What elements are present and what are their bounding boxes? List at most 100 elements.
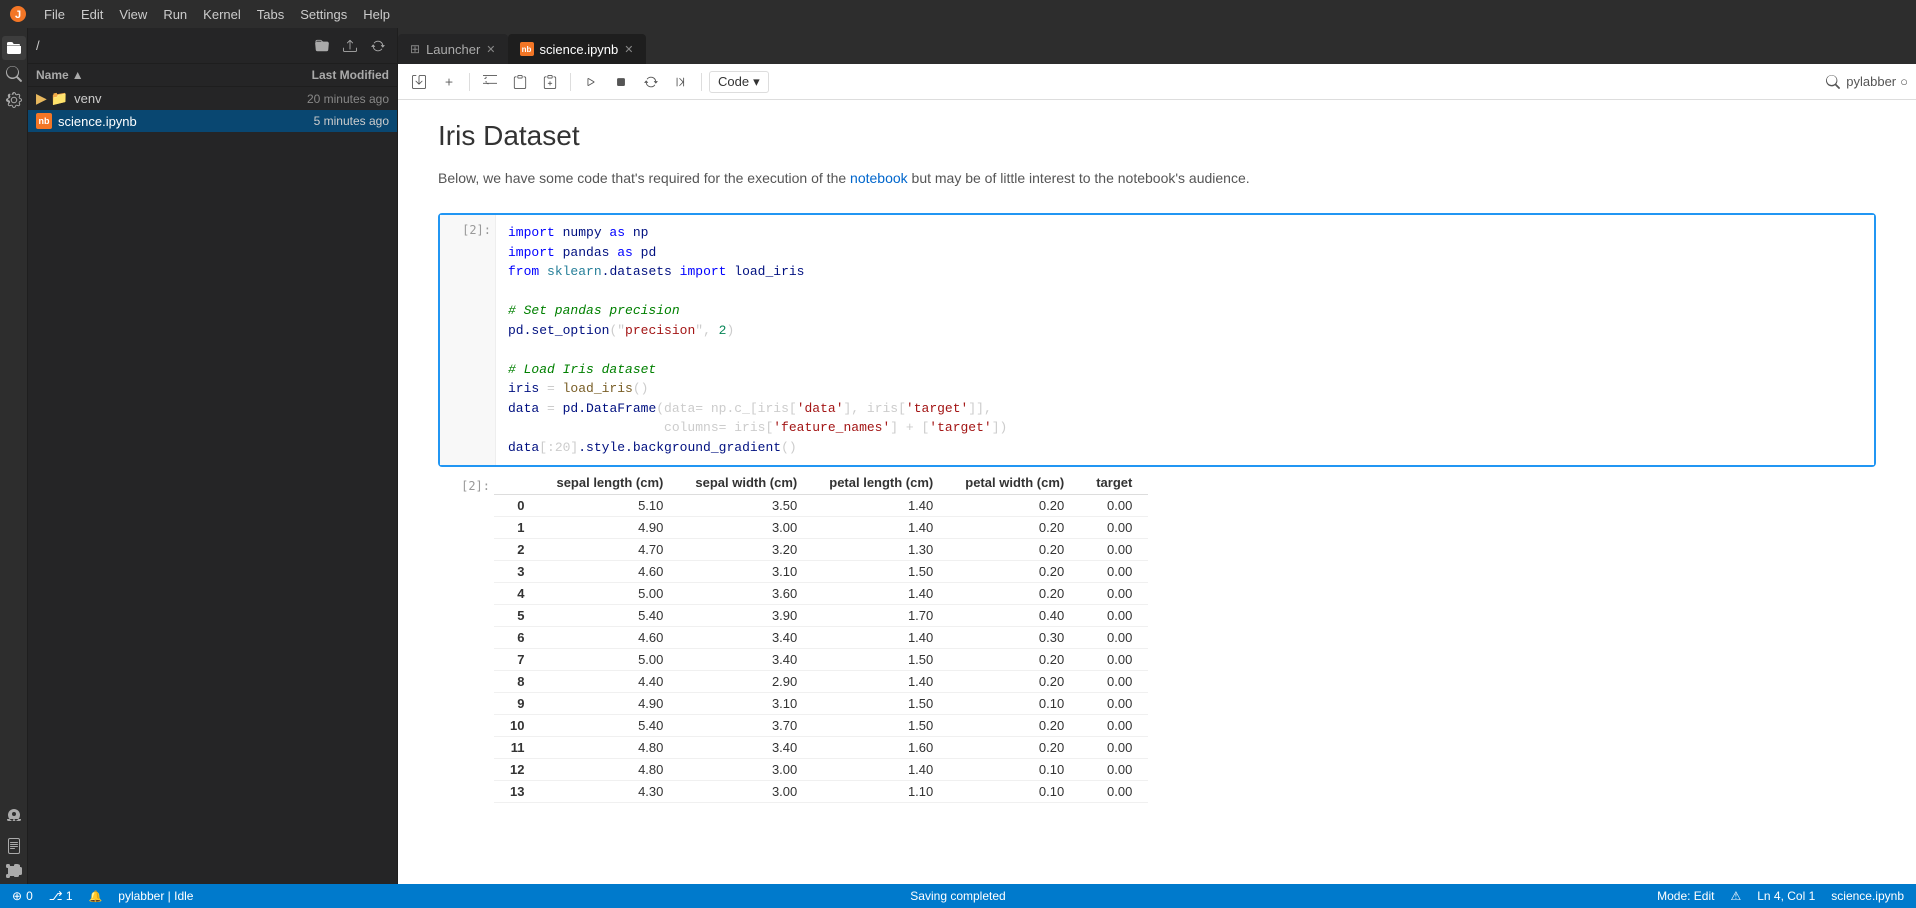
table-row: 134.303.001.100.100.00: [494, 781, 1148, 803]
notebook-file-name: nb science.ipynb: [36, 113, 137, 129]
status-saving: Saving completed: [910, 889, 1005, 903]
menu-settings[interactable]: Settings: [292, 5, 355, 24]
toolbar-separator-3: [701, 73, 702, 91]
sidebar-icon-settings[interactable]: [2, 88, 26, 112]
table-row: 24.703.201.300.200.00: [494, 539, 1148, 561]
df-table: sepal length (cm) sepal width (cm) petal…: [494, 471, 1148, 803]
file-item-science-ipynb[interactable]: nb science.ipynb 5 minutes ago: [28, 110, 397, 132]
df-header-row: sepal length (cm) sepal width (cm) petal…: [494, 471, 1148, 495]
sidebar-icon-git[interactable]: [2, 804, 26, 828]
output-cell-2: [2]: sepal length (cm) sepal width (cm) …: [438, 471, 1876, 803]
notebook-file-icon: nb: [36, 113, 52, 129]
file-header: Name ▲ Last Modified: [28, 64, 397, 87]
code-line-9: iris = load_iris(): [508, 379, 1862, 399]
tab-science-ipynb[interactable]: nb science.ipynb ✕: [508, 34, 646, 64]
tab-launcher[interactable]: ⊞ Launcher ✕: [398, 34, 508, 64]
table-row: 105.403.701.500.200.00: [494, 715, 1148, 737]
restart-kernel-button[interactable]: [638, 69, 664, 95]
table-row: 94.903.101.500.100.00: [494, 693, 1148, 715]
code-line-10: data = pd.DataFrame(data= np.c_[iris['da…: [508, 399, 1862, 419]
output-gutter: [2]:: [438, 471, 494, 803]
toolbar-search-icon: [1826, 75, 1840, 89]
code-line-6: pd.set_option("precision", 2): [508, 321, 1862, 341]
menu-kernel[interactable]: Kernel: [195, 5, 249, 24]
refresh-button[interactable]: [367, 35, 389, 57]
menu-file[interactable]: File: [36, 5, 73, 24]
df-header-petal-length: petal length (cm): [813, 471, 949, 495]
dataframe-output: sepal length (cm) sepal width (cm) petal…: [494, 471, 1148, 803]
name-column-header[interactable]: Name ▲: [36, 68, 84, 82]
table-row: 114.803.401.600.200.00: [494, 737, 1148, 759]
code-line-1: import numpy as np: [508, 223, 1862, 243]
fast-forward-button[interactable]: [668, 69, 694, 95]
cell-body[interactable]: import numpy as np import pandas as pd f…: [496, 215, 1874, 465]
save-button[interactable]: [406, 69, 432, 95]
toolbar-separator-1: [469, 73, 470, 91]
menu-help[interactable]: Help: [355, 5, 398, 24]
paste-cell-button[interactable]: [537, 69, 563, 95]
sidebar-icon-search[interactable]: [2, 62, 26, 86]
file-panel: / Name: [28, 28, 398, 884]
venv-modified-time: 20 minutes ago: [307, 92, 389, 106]
menu-edit[interactable]: Edit: [73, 5, 111, 24]
status-git: ⊕ 0: [12, 889, 33, 903]
table-row: 34.603.101.500.200.00: [494, 561, 1148, 583]
toolbar-separator-2: [570, 73, 571, 91]
notebook-subtitle: Below, we have some code that's required…: [438, 168, 1876, 189]
code-line-5: # Set pandas precision: [508, 301, 1862, 321]
file-panel-toolbar: /: [28, 28, 397, 64]
sidebar-icon-pages[interactable]: [2, 834, 26, 858]
table-row: 75.003.401.500.200.00: [494, 649, 1148, 671]
table-row: 55.403.901.700.400.00: [494, 605, 1148, 627]
current-path: /: [36, 38, 305, 53]
code-line-8: # Load Iris dataset: [508, 360, 1862, 380]
copy-cell-button[interactable]: [507, 69, 533, 95]
sidebar-icon-extensions[interactable]: [2, 860, 26, 884]
new-folder-button[interactable]: [311, 35, 333, 57]
code-line-3: from sklearn.datasets import load_iris: [508, 262, 1862, 282]
table-row: 124.803.001.400.100.00: [494, 759, 1148, 781]
notebook-modified-time: 5 minutes ago: [314, 114, 389, 128]
sidebar-icons: [0, 28, 28, 884]
venv-folder-name: ▶ 📁 venv: [36, 90, 102, 107]
svg-text:J: J: [15, 9, 21, 21]
df-header-sepal-length: sepal length (cm): [540, 471, 679, 495]
code-line-11: columns= iris['feature_names'] + ['targe…: [508, 418, 1862, 438]
cut-cell-button[interactable]: [477, 69, 503, 95]
status-branch: ⎇ 1: [49, 889, 73, 903]
file-list: ▶ 📁 venv 20 minutes ago nb science.ipynb…: [28, 87, 397, 884]
code-line-7: [508, 340, 1862, 360]
tab-bar: ⊞ Launcher ✕ nb science.ipynb ✕: [398, 28, 1916, 64]
menu-tabs[interactable]: Tabs: [249, 5, 292, 24]
stop-kernel-button[interactable]: [608, 69, 634, 95]
table-row: 64.603.401.400.300.00: [494, 627, 1148, 649]
upload-button[interactable]: [339, 35, 361, 57]
cell-type-dropdown[interactable]: Code ▾: [709, 71, 769, 93]
modified-column-header[interactable]: Last Modified: [312, 68, 389, 82]
close-launcher-tab[interactable]: ✕: [486, 43, 495, 56]
run-cell-button[interactable]: [578, 69, 604, 95]
notebook-content: Iris Dataset Below, we have some code th…: [398, 100, 1916, 884]
df-header-target: target: [1080, 471, 1148, 495]
venv-folder-icon: ▶ 📁: [36, 90, 68, 107]
code-line-4: [508, 282, 1862, 302]
df-header-petal-width: petal width (cm): [949, 471, 1080, 495]
close-notebook-tab[interactable]: ✕: [624, 43, 633, 56]
kernel-circle-indicator: ○: [1900, 74, 1908, 89]
app-logo: J: [8, 4, 28, 24]
menu-view[interactable]: View: [111, 5, 155, 24]
menu-run[interactable]: Run: [155, 5, 195, 24]
table-row: 84.402.901.400.200.00: [494, 671, 1148, 693]
subtitle-notebook-link: notebook: [850, 170, 908, 186]
cell-gutter-in: [2]:: [440, 215, 496, 465]
table-row: 05.103.501.400.200.00: [494, 495, 1148, 517]
sidebar-icon-folder[interactable]: [2, 36, 26, 60]
launcher-tab-icon: ⊞: [410, 42, 420, 56]
code-cell-2[interactable]: [2]: import numpy as np import pandas as…: [438, 213, 1876, 467]
add-cell-button[interactable]: [436, 69, 462, 95]
table-row: 14.903.001.400.200.00: [494, 517, 1148, 539]
menu-bar: J File Edit View Run Kernel Tabs Setting…: [0, 0, 1916, 28]
notebook-tab-icon: nb: [520, 42, 534, 56]
status-warning: ⚠: [1730, 889, 1741, 903]
file-item-venv[interactable]: ▶ 📁 venv 20 minutes ago: [28, 87, 397, 110]
